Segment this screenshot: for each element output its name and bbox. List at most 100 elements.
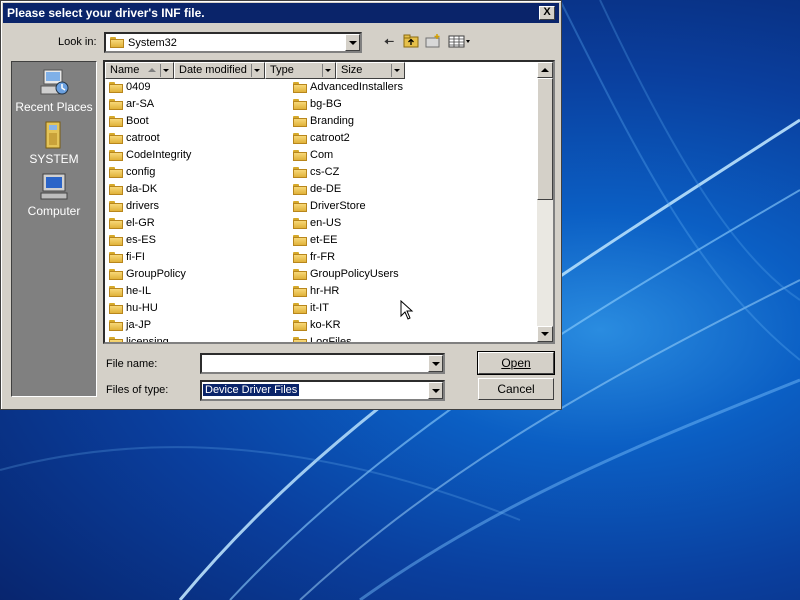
- folder-name: bg-BG: [310, 98, 342, 110]
- file-list-rows: 0409 ar-SA Boot catroot CodeIntegrity config d…: [105, 79, 539, 344]
- column-header-name[interactable]: Name: [105, 62, 174, 79]
- folder-name: de-DE: [310, 183, 342, 195]
- folder-icon: [293, 320, 307, 331]
- folder-icon: [293, 133, 307, 144]
- folder-icon: [293, 218, 307, 229]
- views-menu-icon[interactable]: [448, 34, 472, 50]
- folder-name: ar-SA: [126, 98, 155, 110]
- mouse-pointer-icon: [400, 300, 414, 320]
- look-in-value: System32: [128, 37, 177, 49]
- cancel-button[interactable]: Cancel: [478, 378, 554, 400]
- folder-name: ja-JP: [126, 319, 152, 331]
- folder-icon: [109, 82, 123, 93]
- places-bar: Recent Places SYSTEM Computer: [11, 61, 97, 397]
- recent-places-icon: [38, 68, 70, 98]
- folder-icon: [109, 184, 123, 195]
- folder-icon: [109, 150, 123, 161]
- folder-icon: [293, 252, 307, 263]
- folder-icon: [293, 82, 307, 93]
- folder-icon: [293, 167, 307, 178]
- column-header-size[interactable]: Size: [336, 62, 405, 79]
- folder-name: licensing: [126, 336, 169, 344]
- files-of-type-dropdown-button[interactable]: [428, 382, 443, 399]
- folder-icon: [293, 99, 307, 110]
- folder-icon: [293, 286, 307, 297]
- folder-icon: [109, 167, 123, 178]
- folder-name: LogFiles: [310, 336, 352, 344]
- folder-icon: [109, 116, 123, 127]
- file-name-label: File name:: [106, 358, 158, 370]
- close-button[interactable]: X: [539, 6, 555, 20]
- folder-icon: [109, 201, 123, 212]
- folder-icon: [109, 320, 123, 331]
- place-label: SYSTEM: [29, 152, 79, 166]
- files-of-type-value: Device Driver Files: [203, 384, 300, 396]
- place-system[interactable]: SYSTEM: [12, 120, 96, 166]
- folder-name: he-IL: [126, 285, 152, 297]
- folder-name: DriverStore: [310, 200, 366, 212]
- column-filter-dropdown-icon[interactable]: [160, 64, 172, 77]
- file-list-view[interactable]: Name Date modified Type Size 0409 ar-SA Bo…: [103, 60, 555, 344]
- scroll-down-button[interactable]: [537, 326, 553, 342]
- up-folder-icon[interactable]: [402, 34, 420, 50]
- folder-icon: [109, 269, 123, 280]
- column-filter-dropdown-icon[interactable]: [322, 64, 334, 77]
- column-header-type[interactable]: Type: [265, 62, 336, 79]
- back-arrow-icon[interactable]: 🠤: [380, 34, 398, 50]
- folder-name: catroot2: [310, 132, 350, 144]
- dialog-titlebar[interactable]: Please select your driver's INF file. X: [3, 3, 559, 23]
- sort-ascending-icon: [148, 68, 156, 72]
- folder-name: fi-FI: [126, 251, 145, 263]
- folder-icon: [109, 99, 123, 110]
- look-in-dropdown-button[interactable]: [345, 34, 360, 51]
- column-header-date-modified[interactable]: Date modified: [174, 62, 265, 79]
- place-recent-places[interactable]: Recent Places: [12, 68, 96, 114]
- folder-icon: [293, 201, 307, 212]
- look-in-combobox[interactable]: System32: [104, 32, 362, 53]
- vertical-scrollbar[interactable]: [537, 62, 553, 342]
- folder-icon: [293, 337, 307, 342]
- folder-icon: [109, 218, 123, 229]
- files-of-type-combobox[interactable]: Device Driver Files: [200, 380, 445, 401]
- file-open-dialog: Please select your driver's INF file. X …: [0, 0, 562, 410]
- folder-name: hr-HR: [310, 285, 340, 297]
- user-folder-icon: [38, 120, 70, 150]
- new-folder-icon[interactable]: [424, 34, 442, 50]
- scroll-up-button[interactable]: [537, 62, 553, 78]
- folder-name: hu-HU: [126, 302, 158, 314]
- computer-icon: [38, 172, 70, 202]
- folder-name: 0409: [126, 81, 151, 93]
- column-filter-dropdown-icon[interactable]: [391, 64, 403, 77]
- folder-icon: [109, 337, 123, 342]
- folder-name: catroot: [126, 132, 160, 144]
- place-label: Computer: [27, 204, 81, 218]
- folder-name: drivers: [126, 200, 160, 212]
- file-name-combobox[interactable]: [200, 353, 445, 374]
- place-label: Recent Places: [15, 100, 93, 114]
- column-filter-dropdown-icon[interactable]: [251, 64, 263, 77]
- folder-name: it-IT: [310, 302, 329, 314]
- folder-name: AdvancedInstallers: [310, 81, 403, 93]
- folder-icon: [293, 269, 307, 280]
- dialog-title: Please select your driver's INF file.: [7, 6, 205, 20]
- folder-name: GroupPolicy: [126, 268, 186, 280]
- folder-icon: [109, 252, 123, 263]
- folder-name: da-DK: [126, 183, 158, 195]
- folder-name: en-US: [310, 217, 342, 229]
- look-in-label: Look in:: [58, 36, 97, 48]
- folder-name: Boot: [126, 115, 149, 127]
- file-name-dropdown-button[interactable]: [428, 355, 443, 372]
- folder-name: Com: [310, 149, 334, 161]
- open-button[interactable]: Open: [477, 351, 555, 375]
- folder-icon: [109, 286, 123, 297]
- folder-icon: [109, 303, 123, 314]
- files-of-type-label: Files of type:: [106, 384, 169, 396]
- place-computer[interactable]: Computer: [12, 172, 96, 218]
- scrollbar-thumb[interactable]: [537, 78, 553, 200]
- folder-name: ko-KR: [310, 319, 341, 331]
- folder-name: Branding: [310, 115, 355, 127]
- folder-icon: [293, 150, 307, 161]
- folder-icon: [293, 303, 307, 314]
- folder-name: fr-FR: [310, 251, 336, 263]
- folder-icon: [293, 184, 307, 195]
